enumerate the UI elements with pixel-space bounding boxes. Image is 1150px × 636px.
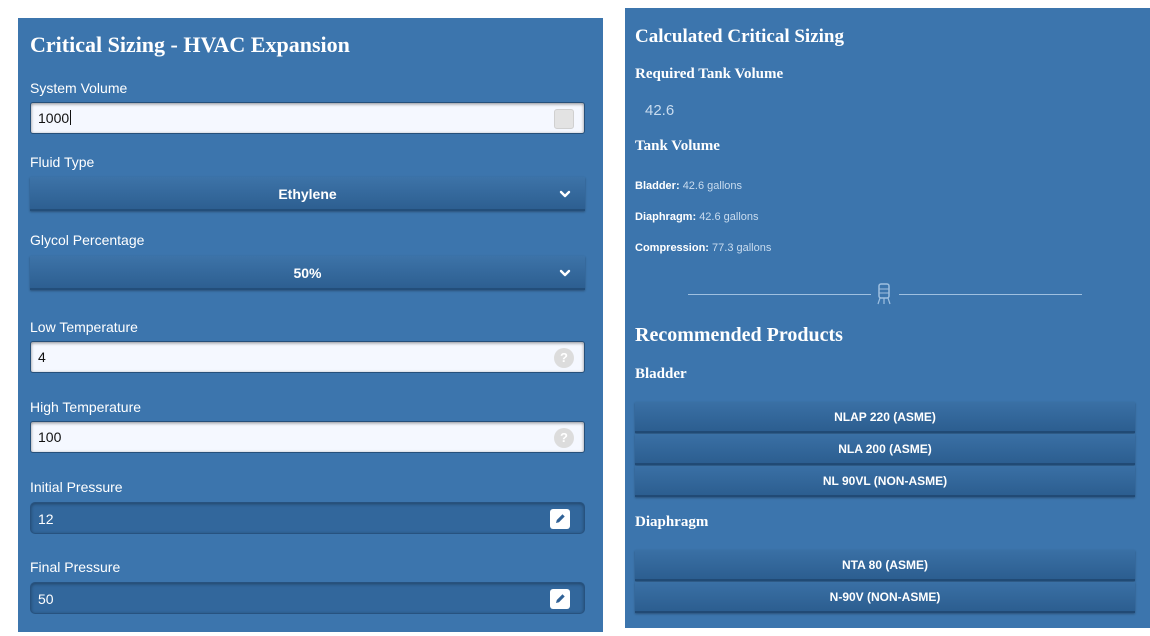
final-pressure-input[interactable]: 50 bbox=[30, 582, 585, 614]
low-temperature-input[interactable]: 4 ? bbox=[30, 341, 585, 373]
tank-volume-bladder: Bladder: 42.6 gallons bbox=[635, 180, 742, 192]
question-icon[interactable]: ? bbox=[554, 428, 574, 448]
system-volume-input[interactable]: 1000 bbox=[30, 102, 585, 134]
glycol-percentage-select[interactable]: 50% bbox=[30, 256, 585, 290]
required-tank-volume-label: Required Tank Volume bbox=[635, 66, 784, 82]
pencil-icon[interactable] bbox=[550, 509, 570, 529]
compression-label: Compression: bbox=[635, 242, 709, 254]
tank-volume-label: Tank Volume bbox=[635, 138, 720, 154]
critical-sizing-form: Critical Sizing - HVAC Expansion System … bbox=[18, 18, 603, 632]
high-temperature-label: High Temperature bbox=[30, 399, 142, 415]
high-temperature-input[interactable]: 100 ? bbox=[30, 421, 585, 453]
bladder-value: 42.6 gallons bbox=[682, 180, 743, 192]
tank-volume-compression: Compression: 77.3 gallons bbox=[635, 242, 771, 254]
initial-pressure-value: 12 bbox=[38, 511, 54, 527]
results-panel: Calculated Critical Sizing Required Tank… bbox=[625, 8, 1150, 628]
divider-left bbox=[688, 294, 871, 295]
product-button-nlap-220[interactable]: NLAP 220 (ASME) bbox=[635, 402, 1135, 433]
fluid-type-select[interactable]: Ethylene bbox=[30, 177, 585, 211]
fluid-type-value: Ethylene bbox=[278, 186, 337, 202]
fluid-type-label: Fluid Type bbox=[30, 154, 95, 170]
system-volume-label: System Volume bbox=[30, 80, 128, 96]
results-title: Calculated Critical Sizing bbox=[635, 26, 844, 47]
bladder-heading: Bladder bbox=[635, 366, 687, 382]
chevron-down-icon bbox=[559, 190, 571, 198]
high-temperature-value: 100 bbox=[38, 429, 62, 445]
tank-volume-diaphragm: Diaphragm: 42.6 gallons bbox=[635, 211, 759, 223]
required-tank-volume-value: 42.6 bbox=[645, 102, 675, 119]
form-title: Critical Sizing - HVAC Expansion bbox=[30, 32, 350, 57]
product-button-nta-80[interactable]: NTA 80 (ASME) bbox=[635, 550, 1135, 581]
final-pressure-label: Final Pressure bbox=[30, 559, 121, 575]
final-pressure-value: 50 bbox=[38, 591, 54, 607]
glycol-percentage-label: Glycol Percentage bbox=[30, 232, 145, 248]
pencil-icon[interactable] bbox=[554, 109, 574, 129]
bladder-label: Bladder: bbox=[635, 180, 680, 192]
product-button-nl-90vl[interactable]: NL 90VL (NON-ASME) bbox=[635, 466, 1135, 497]
initial-pressure-label: Initial Pressure bbox=[30, 479, 123, 495]
diaphragm-value: 42.6 gallons bbox=[699, 211, 759, 223]
recommended-products-title: Recommended Products bbox=[635, 324, 843, 346]
divider-right bbox=[899, 294, 1082, 295]
chevron-down-icon bbox=[559, 269, 571, 277]
low-temperature-label: Low Temperature bbox=[30, 319, 138, 335]
initial-pressure-input[interactable]: 12 bbox=[30, 502, 585, 534]
diaphragm-label: Diaphragm: bbox=[635, 211, 697, 223]
product-button-nla-200[interactable]: NLA 200 (ASME) bbox=[635, 434, 1135, 465]
diaphragm-heading: Diaphragm bbox=[635, 514, 709, 530]
question-icon[interactable]: ? bbox=[554, 348, 574, 368]
low-temperature-value: 4 bbox=[38, 349, 46, 365]
tank-icon bbox=[877, 283, 891, 305]
product-button-n-90v[interactable]: N-90V (NON-ASME) bbox=[635, 582, 1135, 613]
system-volume-value: 1000 bbox=[38, 110, 72, 126]
pencil-icon[interactable] bbox=[550, 589, 570, 609]
glycol-percentage-value: 50% bbox=[293, 265, 322, 281]
compression-value: 77.3 gallons bbox=[712, 242, 772, 254]
